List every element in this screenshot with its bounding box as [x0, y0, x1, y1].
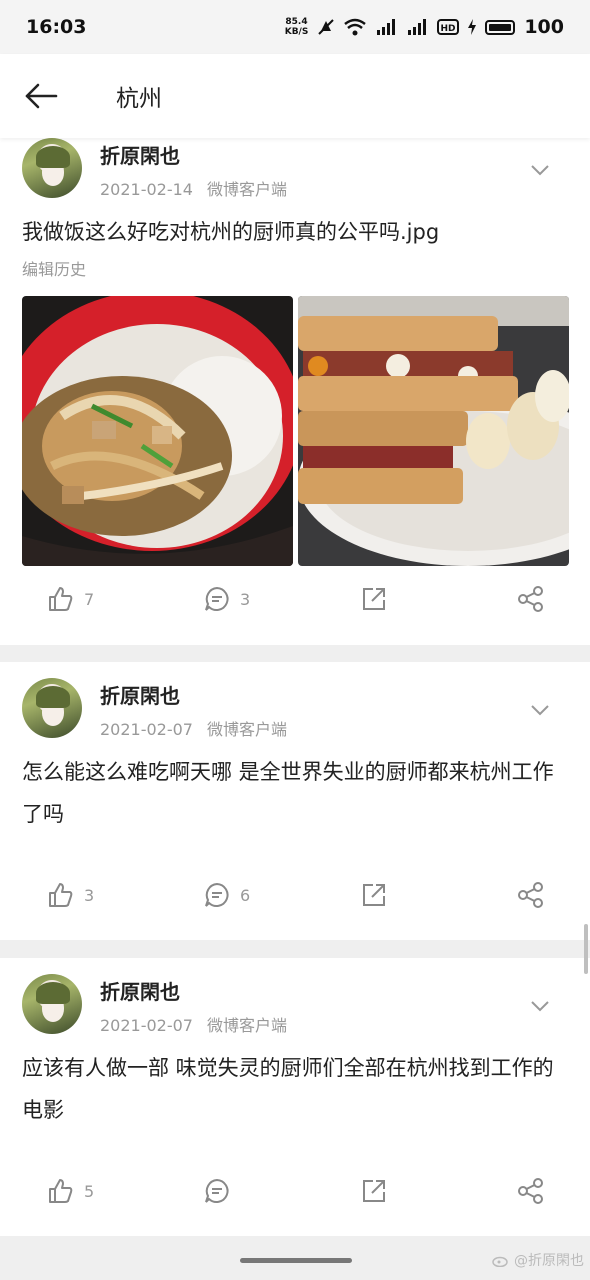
status-bar: 16:03 85.4 KB/S HD 100 — [0, 0, 590, 54]
post-date: 2021-02-07 — [100, 1016, 193, 1035]
comment-count: 3 — [240, 589, 251, 609]
repost-icon — [363, 884, 385, 906]
repost-icon — [363, 588, 385, 610]
wifi-icon — [344, 18, 367, 36]
post-text: 我做饭这么好吃对杭州的厨师真的公平吗.jpg — [22, 220, 440, 244]
signal-5g-icon — [408, 19, 427, 35]
post-card[interactable]: 折原閑也 2021-02-07 微博客户端 怎么能这么难吃啊天哪 是全世界失业的厨… — [0, 662, 590, 940]
avatar[interactable] — [22, 678, 82, 738]
repost-button[interactable] — [361, 882, 387, 908]
post-card[interactable]: 折原閑也 2021-02-07 微博客户端 应该有人做一部 味觉失灵的厨师们全部在… — [0, 958, 590, 1236]
share-icon — [518, 586, 543, 612]
home-indicator[interactable] — [240, 1258, 352, 1263]
thumb-up-icon — [49, 587, 73, 611]
share-button[interactable] — [517, 586, 545, 612]
post-actions: 3 6 — [0, 882, 590, 922]
comment-icon — [205, 1178, 229, 1203]
like-button[interactable]: 3 — [48, 882, 94, 908]
comment-button[interactable]: 3 — [204, 586, 250, 612]
repost-button[interactable] — [361, 1178, 387, 1204]
like-button[interactable]: 5 — [48, 1178, 94, 1204]
thumb-up-icon — [49, 1179, 73, 1203]
repost-button[interactable] — [361, 586, 387, 612]
post-image-sandwich[interactable] — [298, 296, 569, 566]
post-meta: 2021-02-14 微博客户端 — [100, 176, 287, 200]
avatar[interactable] — [22, 138, 82, 198]
signal-4g-icon — [377, 19, 396, 35]
battery-level: 100 — [524, 16, 564, 38]
repost-icon — [363, 1180, 385, 1202]
post-date: 2021-02-14 — [100, 180, 193, 199]
svg-text:HD: HD — [441, 24, 456, 34]
user-name[interactable]: 折原閑也 — [100, 682, 287, 710]
post-meta: 2021-02-07 微博客户端 — [100, 716, 287, 740]
share-icon — [518, 882, 543, 908]
status-icons: 85.4 KB/S HD 100 — [285, 16, 564, 38]
like-count: 3 — [84, 885, 95, 905]
comment-icon — [205, 586, 229, 611]
user-name[interactable]: 折原閑也 — [100, 142, 287, 170]
share-button[interactable] — [517, 882, 545, 908]
post-header: 折原閑也 2021-02-07 微博客户端 — [22, 974, 287, 1036]
hd-call-icon: HD — [437, 19, 460, 35]
comment-button[interactable] — [204, 1178, 240, 1204]
post-source: 微博客户端 — [206, 720, 287, 739]
post-date: 2021-02-07 — [100, 720, 193, 739]
comment-button[interactable]: 6 — [204, 882, 250, 908]
comment-count: 6 — [240, 885, 251, 905]
back-button[interactable] — [0, 54, 90, 138]
post-header: 折原閑也 2021-02-14 微博客户端 — [22, 138, 287, 200]
share-button[interactable] — [517, 1178, 545, 1204]
user-name[interactable]: 折原閑也 — [100, 978, 287, 1006]
network-speed: 85.4 KB/S — [284, 17, 309, 37]
page-title: 杭州 — [116, 86, 162, 112]
comment-icon — [205, 882, 229, 907]
post-actions: 5 — [0, 1178, 590, 1218]
post-images — [22, 296, 569, 566]
avatar[interactable] — [22, 974, 82, 1034]
top-nav-bar: 杭州 — [0, 54, 590, 138]
post-source: 微博客户端 — [206, 1016, 287, 1035]
charging-icon — [468, 19, 477, 35]
mute-icon — [318, 19, 335, 35]
post-image-rice-bowl[interactable] — [22, 296, 293, 566]
weibo-logo-icon — [492, 1256, 508, 1267]
post-meta: 2021-02-07 微博客户端 — [100, 1012, 287, 1036]
scrollbar[interactable] — [584, 924, 588, 974]
thumb-up-icon — [49, 883, 73, 907]
like-count: 7 — [84, 589, 95, 609]
like-count: 5 — [84, 1181, 95, 1201]
post-source: 微博客户端 — [206, 180, 287, 199]
post-header: 折原閑也 2021-02-07 微博客户端 — [22, 678, 287, 740]
share-icon — [518, 1178, 543, 1204]
chevron-down-icon[interactable] — [530, 996, 550, 1016]
status-time: 16:03 — [26, 16, 87, 38]
like-button[interactable]: 7 — [48, 586, 94, 612]
arrow-left-icon — [25, 83, 58, 109]
battery-icon — [485, 19, 516, 35]
watermark-text: @折原閑也 — [514, 1253, 584, 1269]
post-actions: 7 3 — [0, 586, 590, 626]
post-card[interactable]: 折原閑也 2021-02-14 微博客户端 我做饭这么好吃对杭州的厨师真的公平吗.… — [0, 138, 590, 645]
edit-history-link[interactable]: 编辑历史 — [22, 256, 86, 280]
chevron-down-icon[interactable] — [530, 160, 550, 180]
post-text: 怎么能这么难吃啊天哪 是全世界失业的厨师都来杭州工作了吗 — [22, 760, 554, 826]
post-text: 应该有人做一部 味觉失灵的厨师们全部在杭州找到工作的电影 — [22, 1056, 554, 1122]
watermark: @折原閑也 — [492, 1250, 584, 1270]
chevron-down-icon[interactable] — [530, 700, 550, 720]
